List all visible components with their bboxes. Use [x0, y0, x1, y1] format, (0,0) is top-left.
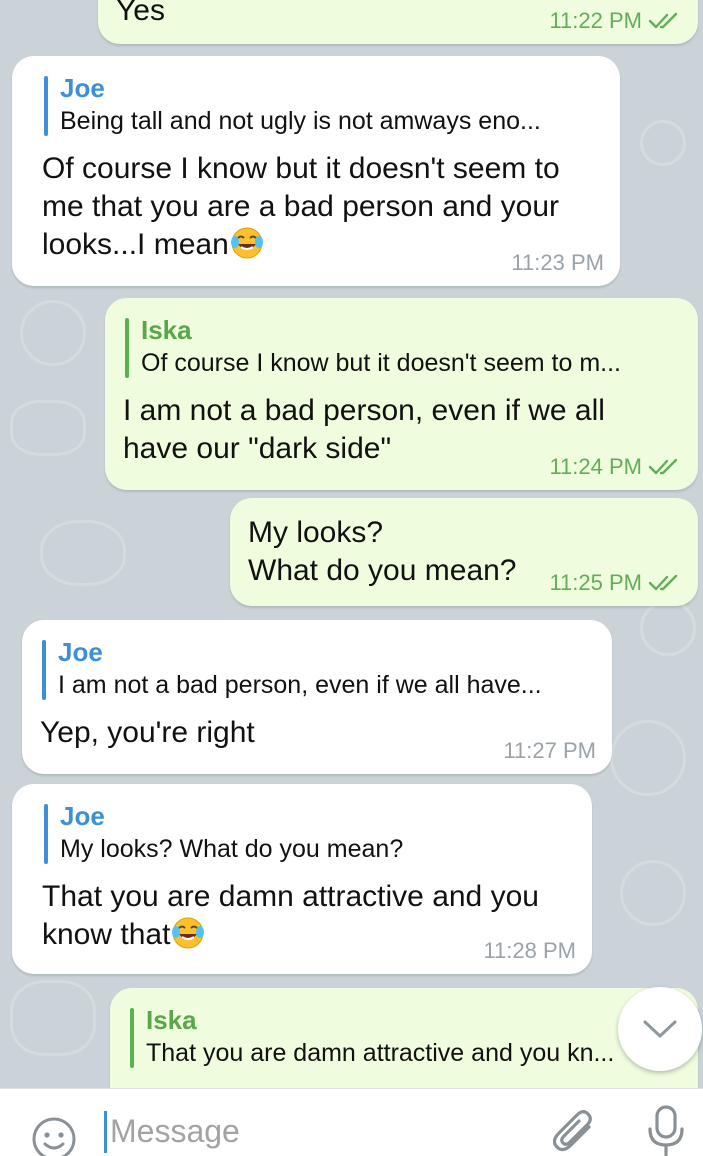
text-cursor: [104, 1111, 107, 1153]
message-bubble-incoming[interactable]: Joe I am not a bad person, even if we al…: [22, 620, 612, 774]
wallpaper-doodle: [10, 980, 96, 1056]
reply-quote[interactable]: Joe I am not a bad person, even if we al…: [40, 636, 594, 702]
message-input[interactable]: [110, 1107, 510, 1155]
reply-author: Joe: [58, 637, 103, 667]
wallpaper-doodle: [40, 520, 126, 586]
scroll-down-button[interactable]: [618, 987, 702, 1071]
message-meta: 11:28 PM: [483, 938, 576, 964]
message-meta: 11:23 PM: [511, 250, 604, 276]
message-text: Of course I know but it doesn't seem to …: [42, 150, 602, 264]
reply-snippet: My looks? What do you mean?: [60, 835, 404, 863]
message-text-content: Of course I know but it doesn't seem to …: [42, 152, 560, 261]
message-meta: 11:27 PM: [503, 738, 596, 764]
reply-author: Joe: [60, 801, 105, 831]
reply-author: Iska: [146, 1005, 197, 1035]
reply-snippet: I am not a bad person, even if we all ha…: [58, 671, 542, 699]
wallpaper-doodle: [610, 720, 686, 796]
reply-quote[interactable]: Joe Being tall and not ugly is not amway…: [42, 72, 602, 138]
double-check-icon: [648, 574, 678, 591]
message-meta: 11:24 PM: [549, 454, 682, 480]
message-time: 11:25 PM: [549, 570, 642, 595]
reply-quote[interactable]: Joe My looks? What do you mean?: [42, 800, 574, 866]
microphone-icon[interactable]: [646, 1105, 686, 1156]
reply-snippet: Of course I know but it doesn't seem to …: [141, 349, 621, 377]
double-check-icon: [648, 458, 678, 475]
reply-snippet: That you are damn attractive and you kn.…: [146, 1039, 615, 1067]
message-time: 11:24 PM: [549, 454, 642, 479]
face-with-tears-of-joy-icon: [172, 917, 205, 949]
message-line: My looks?: [248, 516, 384, 549]
smile-icon[interactable]: [30, 1115, 78, 1156]
message-bubble-incoming[interactable]: Joe Being tall and not ugly is not amway…: [12, 56, 620, 286]
message-bubble-outgoing[interactable]: Iska That you are damn attractive and yo…: [110, 988, 698, 1088]
message-meta: 11:22 PM: [549, 8, 682, 34]
wallpaper-doodle: [620, 860, 686, 926]
message-bubble-outgoing[interactable]: My looks? What do you mean? 11:25 PM: [230, 498, 698, 606]
message-time: 11:23 PM: [511, 250, 604, 275]
double-check-icon: [648, 12, 678, 29]
wallpaper-doodle: [20, 300, 86, 366]
paperclip-icon[interactable]: [553, 1107, 597, 1156]
reply-quote[interactable]: Iska Of course I know but it doesn't see…: [123, 314, 680, 380]
wallpaper-doodle: [10, 400, 86, 456]
message-time: 11:27 PM: [503, 738, 596, 763]
message-bubble-incoming[interactable]: Joe My looks? What do you mean? That you…: [12, 784, 592, 974]
reply-snippet: Being tall and not ugly is not amways en…: [60, 107, 541, 135]
message-time: 11:28 PM: [483, 938, 576, 963]
wallpaper-doodle: [640, 120, 686, 166]
message-input-bar: [0, 1088, 703, 1156]
chat-area[interactable]: Yes 11:22 PM Joe Being tall and not ugly…: [0, 0, 703, 1088]
message-text-content: That you are damn attractive and you kno…: [42, 880, 539, 951]
message-bubble-outgoing[interactable]: Yes 11:22 PM: [98, 0, 698, 44]
message-bubble-outgoing[interactable]: Iska Of course I know but it doesn't see…: [105, 298, 698, 490]
wallpaper-doodle: [640, 600, 696, 656]
chevron-down-icon: [643, 1020, 677, 1038]
reply-author: Joe: [60, 73, 105, 103]
message-meta: 11:25 PM: [549, 570, 682, 596]
reply-quote[interactable]: Iska That you are damn attractive and yo…: [128, 1004, 680, 1070]
message-time: 11:22 PM: [549, 8, 642, 33]
reply-author: Iska: [141, 315, 192, 345]
face-with-tears-of-joy-icon: [230, 227, 263, 259]
